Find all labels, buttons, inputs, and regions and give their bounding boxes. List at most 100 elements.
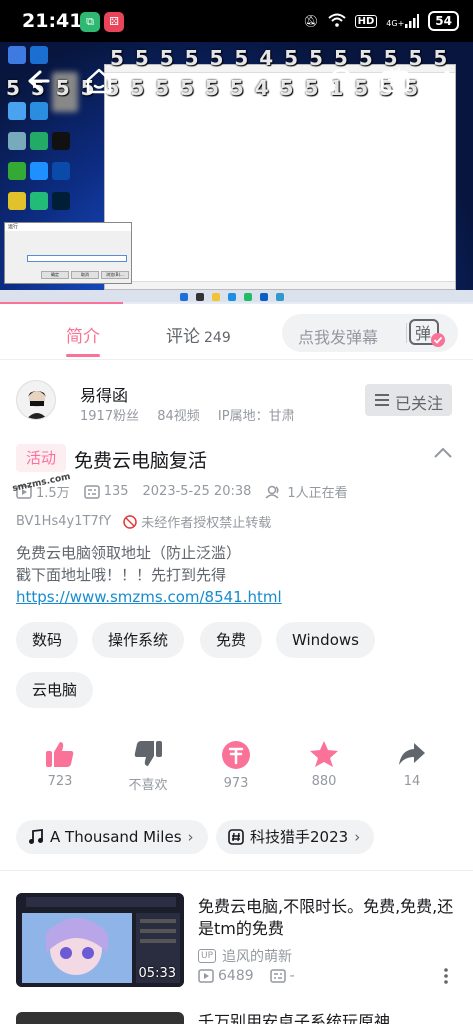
- music-chip-label: A Thousand Miles: [50, 828, 182, 846]
- watching-icon: [265, 485, 279, 499]
- share-button[interactable]: 14: [382, 740, 442, 789]
- video-description: 免费云电脑领取地址（防止泛滥） 戳下面地址哦！！！先打到先得 https://w…: [16, 542, 282, 608]
- recommended-title[interactable]: 千万别用安卓子系统玩原神: [198, 1008, 390, 1024]
- tab-comments[interactable]: 评论 249: [166, 322, 231, 347]
- desktop-icon: [30, 132, 48, 150]
- coin-count: 973: [223, 776, 249, 791]
- topic-chip-label: 科技猎手2023: [250, 828, 349, 846]
- desc-link[interactable]: https://www.smzms.com/8541.html: [16, 586, 282, 608]
- run-dialog-title: 运行: [5, 223, 131, 231]
- tv-cast-icon[interactable]: TV: [378, 64, 412, 98]
- app-notification-icon: ⚄: [104, 12, 124, 32]
- recommended-uploader-name: 追风的萌新: [222, 949, 293, 965]
- signal-icon: 4G+: [386, 14, 420, 28]
- favorite-button[interactable]: 880: [294, 740, 354, 789]
- more-icon[interactable]: [430, 64, 450, 98]
- uploader-meta: 1917粉丝 84视频 IP属地：甘肃: [80, 405, 309, 424]
- uploader-videos: 84视频: [157, 409, 200, 424]
- recommended-stats: 6489 -: [198, 968, 311, 984]
- follow-label: 已关注: [395, 394, 444, 413]
- more-options-icon[interactable]: [440, 966, 452, 986]
- uploader-name[interactable]: 易得函: [80, 382, 128, 406]
- recommended-views: 6489: [218, 968, 254, 984]
- danmaku-count: 135: [103, 484, 129, 499]
- desktop-icon: [30, 162, 48, 180]
- uploader-ip: IP属地：甘肃: [217, 409, 295, 424]
- activity-badge[interactable]: 活动: [16, 444, 66, 472]
- chevron-right-icon: ›: [354, 828, 361, 846]
- status-time: 21:41: [22, 10, 83, 32]
- wifi-icon: [327, 13, 346, 30]
- run-browse-button: 浏览(B)...: [101, 271, 129, 279]
- desktop-icon: [52, 192, 70, 210]
- share-count: 14: [403, 774, 421, 789]
- recommended-uploader[interactable]: UP 追风的萌新: [198, 946, 292, 966]
- battery-icon: 54: [428, 11, 459, 31]
- danmaku-count-icon: [269, 969, 286, 983]
- desktop-icon: [8, 192, 26, 210]
- run-ok-button: 确定: [41, 271, 69, 279]
- avatar[interactable]: [16, 380, 56, 420]
- danmaku-toggle-button[interactable]: 弹: [406, 316, 448, 350]
- run-dialog-input: [27, 255, 127, 262]
- chevron-up-icon[interactable]: [433, 446, 453, 460]
- recommended-danmaku: -: [289, 968, 295, 984]
- dislike-button[interactable]: 不喜欢: [118, 740, 178, 793]
- tag-item[interactable]: 数码: [16, 622, 79, 658]
- tag-item[interactable]: Windows: [276, 622, 375, 658]
- uploader-followers: 1917粉丝: [80, 409, 140, 424]
- recommended-thumbnail[interactable]: [16, 1012, 184, 1024]
- desktop-icon: [8, 162, 26, 180]
- video-title: 免费云电脑复活: [74, 450, 208, 472]
- copyright-notice: 未经作者授权禁止转载: [141, 516, 272, 531]
- tag-item[interactable]: 操作系统: [92, 622, 185, 658]
- like-count: 723: [47, 774, 73, 789]
- coin-button[interactable]: 973: [206, 740, 266, 791]
- coin-icon: [222, 741, 250, 769]
- tag-item[interactable]: 云电脑: [16, 672, 94, 708]
- dislike-label: 不喜欢: [128, 778, 168, 793]
- danmaku-toggle-label: 弹: [415, 324, 431, 343]
- desc-line: 戳下面地址哦！！！先打到先得: [16, 566, 227, 584]
- svg-text:TV: TV: [388, 78, 403, 89]
- topic-hash-icon: [228, 829, 244, 845]
- danmaku-count-icon: [83, 484, 100, 499]
- thumbs-down-icon: [134, 741, 162, 766]
- chevron-right-icon: ›: [187, 828, 194, 846]
- up-badge: UP: [198, 949, 217, 963]
- desktop-icon: [8, 46, 26, 64]
- status-bar: 21:41 ⧉ ⚄ 🔕︎ HD 4G+ 54: [0, 0, 473, 42]
- watching-count: 1人正在看: [287, 486, 348, 501]
- comments-count: 249: [204, 330, 231, 346]
- like-button[interactable]: 723: [30, 740, 90, 789]
- tag-item[interactable]: 免费: [200, 622, 263, 658]
- desc-line: 免费云电脑领取地址（防止泛滥）: [16, 544, 242, 562]
- thumbs-up-icon: [46, 742, 74, 767]
- tab-comments-label: 评论: [166, 327, 200, 347]
- video-stats: 1.5万 135 2023-5-25 20:38 1人正在看: [16, 482, 362, 501]
- music-note-icon: [29, 829, 43, 844]
- desktop-icon: [30, 192, 48, 210]
- recommended-thumbnail[interactable]: 05:33: [16, 893, 184, 987]
- hd-voice-icon: HD: [354, 14, 378, 28]
- divider: [0, 870, 473, 871]
- run-cancel-button: 取消: [71, 271, 99, 279]
- favorite-count: 880: [311, 774, 337, 789]
- tab-intro[interactable]: 简介: [66, 322, 100, 347]
- topic-chip[interactable]: 科技猎手2023 ›: [216, 820, 375, 854]
- follow-button[interactable]: 已关注: [365, 384, 452, 416]
- play-count-icon: [198, 969, 214, 983]
- recommended-title[interactable]: 免费云电脑,不限时长。免费,免费,还是tm的免费: [198, 896, 460, 940]
- video-player[interactable]: 运行 确定 取消 浏览(B)... 5 5 5 5 5 5 4 5 5 5 5 …: [0, 42, 473, 304]
- publish-date: 2023-5-25 20:38: [142, 484, 252, 499]
- menu-lines-icon: [375, 394, 389, 406]
- listen-icon[interactable]: [324, 64, 358, 98]
- home-icon[interactable]: [82, 64, 116, 98]
- desktop-icon: [8, 102, 26, 120]
- status-indicators: 🔕︎ HD 4G+ 54: [303, 11, 459, 31]
- bvid[interactable]: BV1Hs4y1T7fY: [16, 514, 111, 529]
- music-chip[interactable]: A Thousand Miles ›: [16, 820, 208, 854]
- back-icon[interactable]: [20, 64, 54, 98]
- signal-label: 4G+: [386, 19, 405, 28]
- desktop-icon: [30, 102, 48, 120]
